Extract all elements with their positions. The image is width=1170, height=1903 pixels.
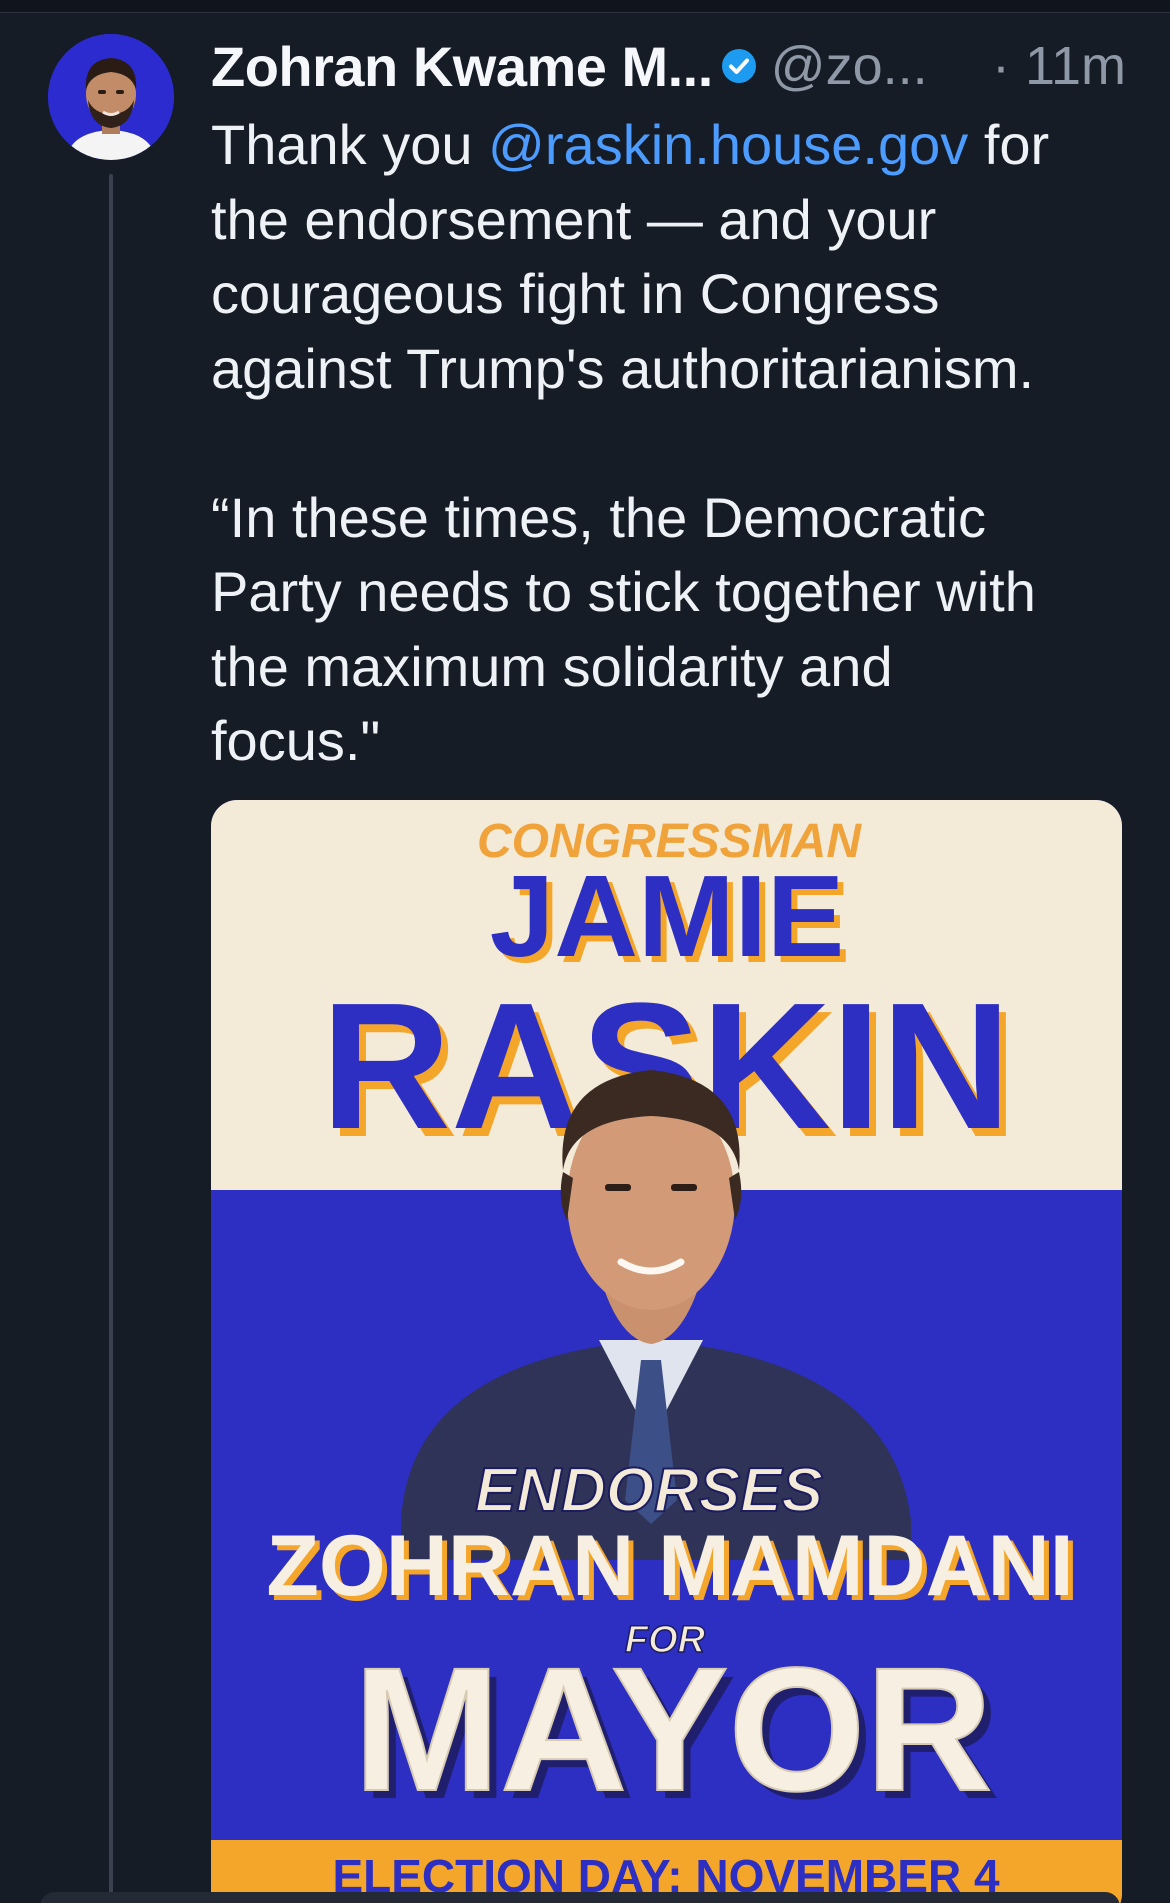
endorsement-poster: CONGRESSMAN JAMIE JAMIE RASKIN RASKIN EN… xyxy=(211,800,1122,1903)
author-display-name[interactable]: Zohran Kwame M... xyxy=(211,34,713,99)
post-image[interactable]: CONGRESSMAN JAMIE JAMIE RASKIN RASKIN EN… xyxy=(211,800,1122,1903)
post-header: Zohran Kwame M... @zo... · 11m xyxy=(211,30,1126,102)
mention-link[interactable]: @raskin.house.gov xyxy=(488,113,968,176)
post-text-intro: Thank you xyxy=(211,113,489,176)
post-text: Thank you @raskin.house.gov for the endo… xyxy=(211,108,1131,779)
author-handle[interactable]: @zo... xyxy=(771,35,928,97)
poster-candidate: ZOHRAN MAMDANI xyxy=(266,1518,1073,1614)
verified-badge-icon xyxy=(721,48,757,84)
avatar-photo xyxy=(48,34,174,160)
post-text-rest: the endorsement — and your courageous fi… xyxy=(211,187,1036,773)
post-timestamp[interactable]: · 11m xyxy=(992,35,1126,97)
poster-office: MAYOR xyxy=(354,1632,993,1828)
poster-first-name: JAMIE xyxy=(490,851,845,981)
poster-verb: ENDORSES xyxy=(475,1456,823,1525)
post-text-line1-end: for xyxy=(968,113,1050,176)
author-avatar[interactable] xyxy=(48,34,174,160)
post-container[interactable]: Zohran Kwame M... @zo... · 11m Thank you… xyxy=(0,0,1170,1903)
thread-line xyxy=(109,174,113,1903)
top-divider xyxy=(0,0,1170,13)
bottom-compose-bar[interactable] xyxy=(40,1892,1120,1903)
